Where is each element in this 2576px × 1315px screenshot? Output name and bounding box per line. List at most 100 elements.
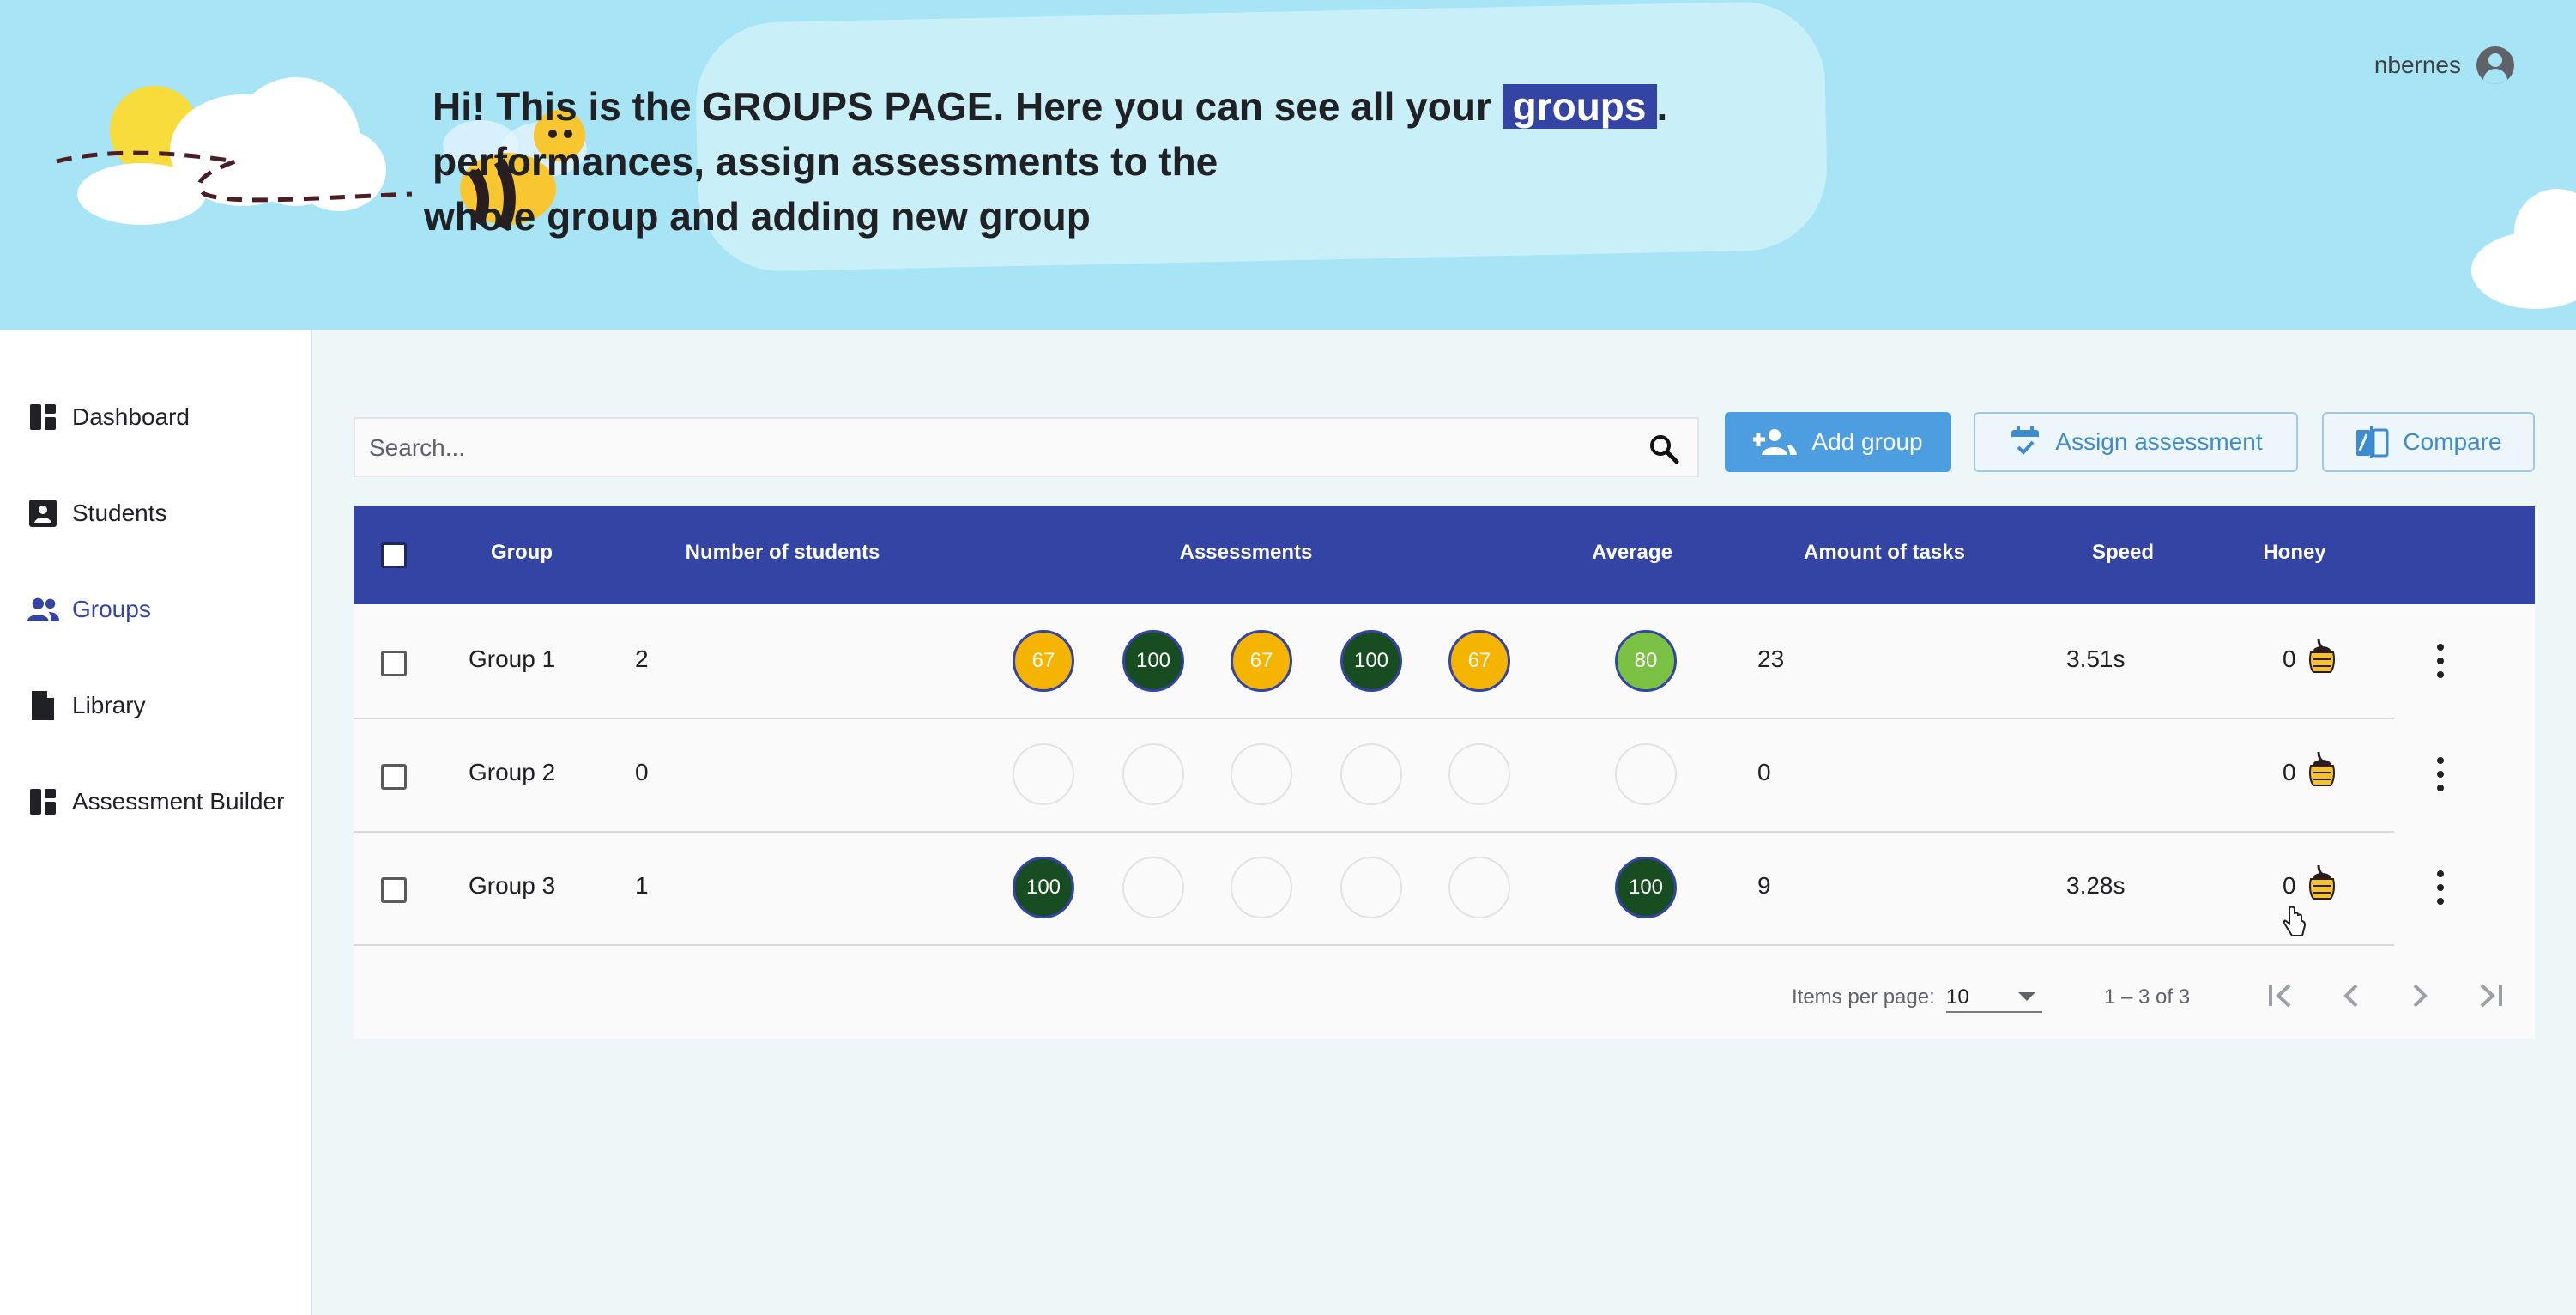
add-group-button[interactable]: Add group: [1725, 412, 1951, 472]
intro-highlight: groups: [1502, 84, 1657, 129]
assessment-score: [1122, 857, 1184, 918]
page-range: 1 – 3 of 3: [2104, 985, 2191, 1009]
sidebar-label-assessment-builder: Assessment Builder: [72, 788, 285, 815]
sidebar-label-groups: Groups: [72, 596, 151, 622]
search-icon[interactable]: [1648, 433, 1680, 465]
row-checkbox[interactable]: [381, 877, 407, 903]
header-amount-of-tasks[interactable]: Amount of tasks: [1804, 541, 1965, 565]
assign-assessment-label: Assign assessment: [2055, 428, 2263, 455]
table-header: Group Number of students Assessments Ave…: [354, 506, 2535, 604]
sidebar-label-library: Library: [72, 692, 146, 718]
username: nbernes: [2373, 52, 2461, 78]
document-icon: [26, 688, 60, 723]
honey-count: 0: [2283, 645, 2296, 672]
task-count: 9: [1757, 872, 1771, 899]
paginator: Items per page: 10 1 – 3 of 3: [354, 954, 2535, 1032]
assessment-score: 67: [1231, 630, 1292, 692]
assessment-score: 67: [1013, 630, 1074, 692]
average-score: [1615, 743, 1677, 805]
sidebar-item-library[interactable]: Library: [26, 678, 146, 733]
items-per-page-select[interactable]: 10: [1946, 977, 2042, 1013]
header-honey[interactable]: Honey: [2263, 541, 2325, 565]
honey-count: 0: [2283, 759, 2296, 785]
table-row[interactable]: Group 1 2 67 100 67 100 67 80 23 3.51s 0: [354, 604, 2444, 719]
compare-icon: [2356, 426, 2389, 458]
header-assessments[interactable]: Assessments: [1180, 541, 1313, 565]
speed-value: 3.28s: [2066, 872, 2126, 899]
table-row[interactable]: Group 3 1 100 100 9 3.28s 0: [354, 831, 2444, 946]
sidebar-item-students[interactable]: Students: [26, 486, 167, 541]
header-speed[interactable]: Speed: [2092, 541, 2154, 565]
header-number-of-students[interactable]: Number of students: [686, 541, 880, 565]
account-circle-icon: [2476, 46, 2514, 84]
assessment-score: [1448, 857, 1510, 918]
sidebar-label-students: Students: [72, 500, 167, 526]
assessment-score: 100: [1013, 857, 1074, 918]
groups-table: Group Number of students Assessments Ave…: [354, 506, 2535, 1039]
table-row[interactable]: Group 2 0 0 0: [354, 718, 2444, 833]
group-name: Group 2: [469, 759, 556, 785]
user-menu[interactable]: nbernes: [2374, 46, 2514, 84]
speed-value: 3.51s: [2066, 645, 2126, 672]
assessment-score: [1122, 743, 1184, 805]
intro-line-1: Hi! This is the GROUPS PAGE. Here you ca…: [432, 84, 1503, 129]
sidebar-item-groups[interactable]: Groups: [26, 582, 151, 637]
compare-button[interactable]: Compare: [2322, 412, 2535, 472]
student-card-icon: [26, 496, 60, 530]
assessment-score: [1231, 743, 1292, 805]
assessment-score: [1340, 857, 1402, 918]
task-count: 0: [1757, 759, 1771, 785]
assessment-score: [1231, 857, 1292, 918]
honey-pot-icon: [2309, 638, 2335, 673]
assign-assessment-button[interactable]: Assign assessment: [1974, 412, 2298, 472]
assessment-score: [1448, 743, 1510, 805]
dashboard-icon: [26, 400, 60, 434]
student-count: 2: [635, 645, 649, 672]
builder-icon: [26, 785, 60, 819]
add-group-icon: [1753, 429, 1798, 455]
add-group-label: Add group: [1811, 428, 1923, 455]
flight-path-illustration: [56, 150, 413, 203]
assessment-score: 67: [1448, 630, 1510, 692]
student-count: 0: [635, 759, 649, 785]
row-checkbox[interactable]: [381, 651, 407, 676]
sidebar: Dashboard Students Groups Library Assess…: [0, 330, 312, 1315]
sidebar-label-dashboard: Dashboard: [72, 403, 190, 430]
intro-text: Hi! This is the GROUPS PAGE. Here you ca…: [424, 79, 1668, 244]
row-checkbox[interactable]: [381, 764, 407, 790]
sidebar-item-assessment-builder[interactable]: Assessment Builder: [26, 774, 284, 829]
intro-line-3: whole group and adding new group: [424, 194, 1091, 239]
assessment-score: 100: [1122, 630, 1184, 692]
student-count: 1: [635, 872, 649, 899]
honey-pot-icon: [2309, 864, 2335, 900]
average-score: 100: [1615, 857, 1677, 918]
assessment-score: [1013, 743, 1074, 805]
more-options-icon[interactable]: [2430, 754, 2451, 795]
header-group[interactable]: Group: [491, 541, 553, 565]
task-count: 23: [1757, 645, 1785, 672]
honey-count: 0: [2283, 872, 2296, 899]
honey-pot-icon: [2309, 751, 2335, 786]
calendar-check-icon: [2011, 426, 2040, 458]
more-options-icon[interactable]: [2430, 640, 2451, 682]
items-per-page-value: 10: [1946, 985, 1969, 1009]
search-box: [354, 417, 1699, 477]
dropdown-arrow-icon: [2018, 992, 2035, 1001]
header-average[interactable]: Average: [1592, 541, 1672, 565]
group-name: Group 3: [469, 872, 556, 899]
previous-page-icon[interactable]: [2334, 979, 2368, 1013]
average-score: 80: [1615, 630, 1677, 692]
next-page-icon[interactable]: [2403, 979, 2437, 1013]
assessment-score: [1340, 743, 1402, 805]
search-input[interactable]: [367, 429, 1606, 467]
more-options-icon[interactable]: [2430, 867, 2451, 908]
intro-line-2: performances, assign assessments to the: [432, 139, 1218, 184]
first-page-icon[interactable]: [2264, 979, 2298, 1013]
intro-line-1-suffix: .: [1656, 84, 1668, 129]
select-all-checkbox[interactable]: [381, 542, 407, 568]
last-page-icon[interactable]: [2473, 979, 2507, 1013]
sidebar-item-dashboard[interactable]: Dashboard: [26, 390, 190, 445]
hand-cursor-icon: [2283, 906, 2307, 936]
page-header: Hi! This is the GROUPS PAGE. Here you ca…: [0, 0, 2576, 330]
groups-icon: [26, 592, 60, 627]
